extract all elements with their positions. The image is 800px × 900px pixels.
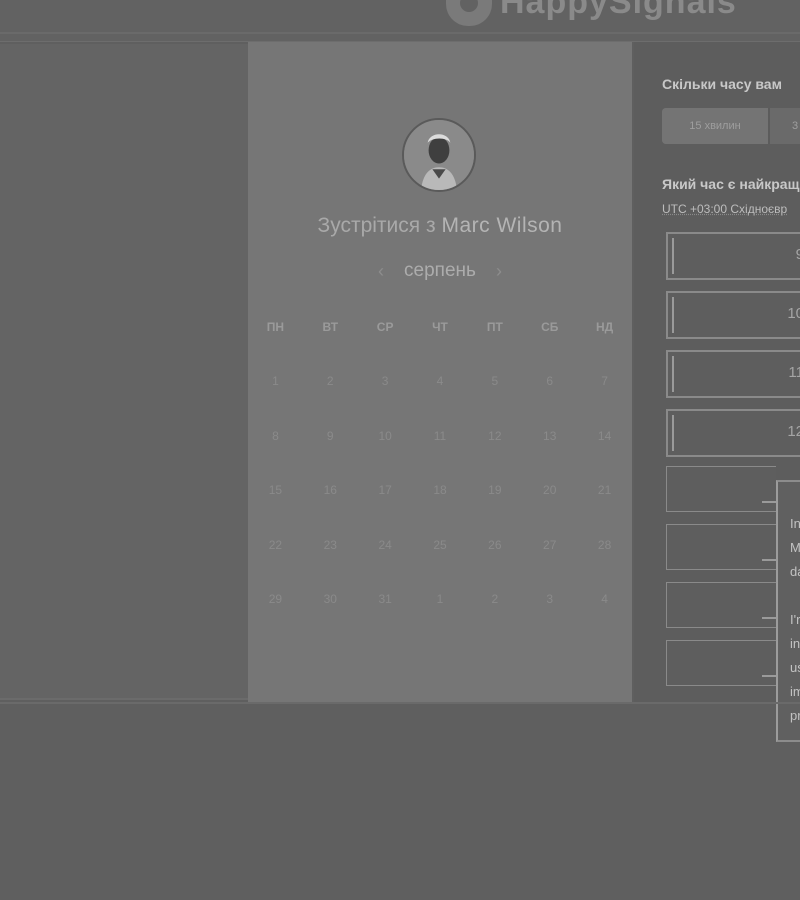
time-slot[interactable] xyxy=(666,524,780,570)
calendar-day[interactable]: 28 xyxy=(577,526,632,581)
calendar-day[interactable]: 22 xyxy=(248,526,303,581)
calendar-day[interactable]: 21 xyxy=(577,471,632,526)
time-slot[interactable]: 11 xyxy=(666,350,800,398)
time-slot[interactable]: 12 xyxy=(666,409,800,457)
calendar-day[interactable]: 6 xyxy=(522,362,577,417)
calendar-day[interactable]: 1 xyxy=(248,362,303,417)
time-slot-label: 12 xyxy=(787,423,800,440)
time-slot-list-lower xyxy=(666,466,780,698)
header-divider xyxy=(0,32,800,34)
calendar-day[interactable]: 19 xyxy=(467,471,522,526)
calendar-day[interactable]: 16 xyxy=(303,471,358,526)
time-slot[interactable]: 10 xyxy=(666,291,800,339)
calendar-card: Зустрітися з Marc Wilson ‹ серпень › ПН … xyxy=(248,42,632,702)
calendar-day-grid: 1 2 3 4 5 6 7 8 9 10 11 12 13 14 15 16 17 18 19 20 21 22 23 24 2… xyxy=(248,362,632,635)
duration-option-30[interactable]: 3 xyxy=(770,108,800,144)
calendar-day[interactable]: 14 xyxy=(577,417,632,472)
calendar-day[interactable]: 10 xyxy=(358,417,413,472)
calendar-day[interactable]: 24 xyxy=(358,526,413,581)
time-slot-label: 9 xyxy=(795,246,800,263)
host-name: Marc Wilson xyxy=(441,214,563,237)
weekday-label: ПН xyxy=(266,320,285,334)
calendar-day[interactable]: 2 xyxy=(303,362,358,417)
time-slot[interactable] xyxy=(666,466,780,512)
weekday-label: СБ xyxy=(541,320,559,334)
logo-speech-icon xyxy=(446,0,492,26)
meeting-title-prefix: Зустрітися з xyxy=(317,214,436,237)
calendar-day[interactable]: 15 xyxy=(248,471,303,526)
time-slot[interactable] xyxy=(666,582,780,628)
calendar-day[interactable]: 23 xyxy=(303,526,358,581)
calendar-day[interactable]: 29 xyxy=(248,580,303,635)
calendar-day[interactable]: 3 xyxy=(522,580,577,635)
calendar-day[interactable]: 26 xyxy=(467,526,522,581)
calendar-day[interactable]: 30 xyxy=(303,580,358,635)
left-blank-pane xyxy=(0,44,248,700)
calendar-day[interactable]: 7 xyxy=(577,362,632,417)
meeting-title: Зустрітися з Marc Wilson xyxy=(248,214,632,238)
month-label: серпень xyxy=(404,260,476,281)
logo-text: HappySignals xyxy=(500,0,737,21)
calendar-day[interactable]: 2 xyxy=(467,580,522,635)
calendar-day[interactable]: 1 xyxy=(413,580,468,635)
calendar-day[interactable]: 9 xyxy=(303,417,358,472)
calendar-day[interactable]: 27 xyxy=(522,526,577,581)
calendar-day[interactable]: 3 xyxy=(358,362,413,417)
next-month-icon[interactable]: › xyxy=(496,261,502,282)
weekday-label: ВТ xyxy=(322,320,339,334)
calendar-day[interactable]: 8 xyxy=(248,417,303,472)
calendar-day[interactable]: 18 xyxy=(413,471,468,526)
calendar-day[interactable]: 11 xyxy=(413,417,468,472)
brand-logo[interactable]: HappySignals xyxy=(446,0,737,26)
calendar-day[interactable]: 4 xyxy=(577,580,632,635)
weekday-label: ЧТ xyxy=(432,320,448,334)
calendar-day[interactable]: 4 xyxy=(413,362,468,417)
weekday-label: НД xyxy=(595,320,614,334)
weekday-label: ПТ xyxy=(486,320,503,334)
prev-month-icon[interactable]: ‹ xyxy=(378,261,384,282)
time-slot[interactable]: 9 xyxy=(666,232,800,280)
time-slot-label: 11 xyxy=(788,364,800,381)
calendar-day[interactable]: 13 xyxy=(522,417,577,472)
calendar-day[interactable]: 12 xyxy=(467,417,522,472)
duration-option-15[interactable]: 15 хвилин xyxy=(662,108,770,144)
calendar-day[interactable]: 17 xyxy=(358,471,413,526)
time-question: Який час є найкращ xyxy=(662,176,800,192)
timezone-selector[interactable]: UTC +03:00 Східноєвр xyxy=(662,202,787,216)
time-slot[interactable] xyxy=(666,640,780,686)
footer-divider xyxy=(0,702,800,704)
time-slot-list: 9 10 11 12 xyxy=(666,232,800,468)
time-slot-label: 10 xyxy=(787,305,800,322)
month-navigator: ‹ серпень › xyxy=(248,260,632,282)
duration-selector: 15 хвилин 3 xyxy=(662,108,800,144)
calendar-day[interactable]: 31 xyxy=(358,580,413,635)
calendar-day[interactable]: 5 xyxy=(467,362,522,417)
popover-paragraph: I'r in us im pr xyxy=(790,612,800,723)
duration-question: Скільки часу вам xyxy=(662,76,782,92)
popover-paragraph: In M da xyxy=(790,516,800,579)
person-avatar-icon xyxy=(404,120,474,190)
avatar xyxy=(402,118,476,192)
weekday-header: ПН ВТ СР ЧТ ПТ СБ НД xyxy=(248,320,632,334)
top-header: HappySignals xyxy=(0,0,800,42)
weekday-label: СР xyxy=(376,320,394,334)
calendar-day[interactable]: 25 xyxy=(413,526,468,581)
calendar-day[interactable]: 20 xyxy=(522,471,577,526)
